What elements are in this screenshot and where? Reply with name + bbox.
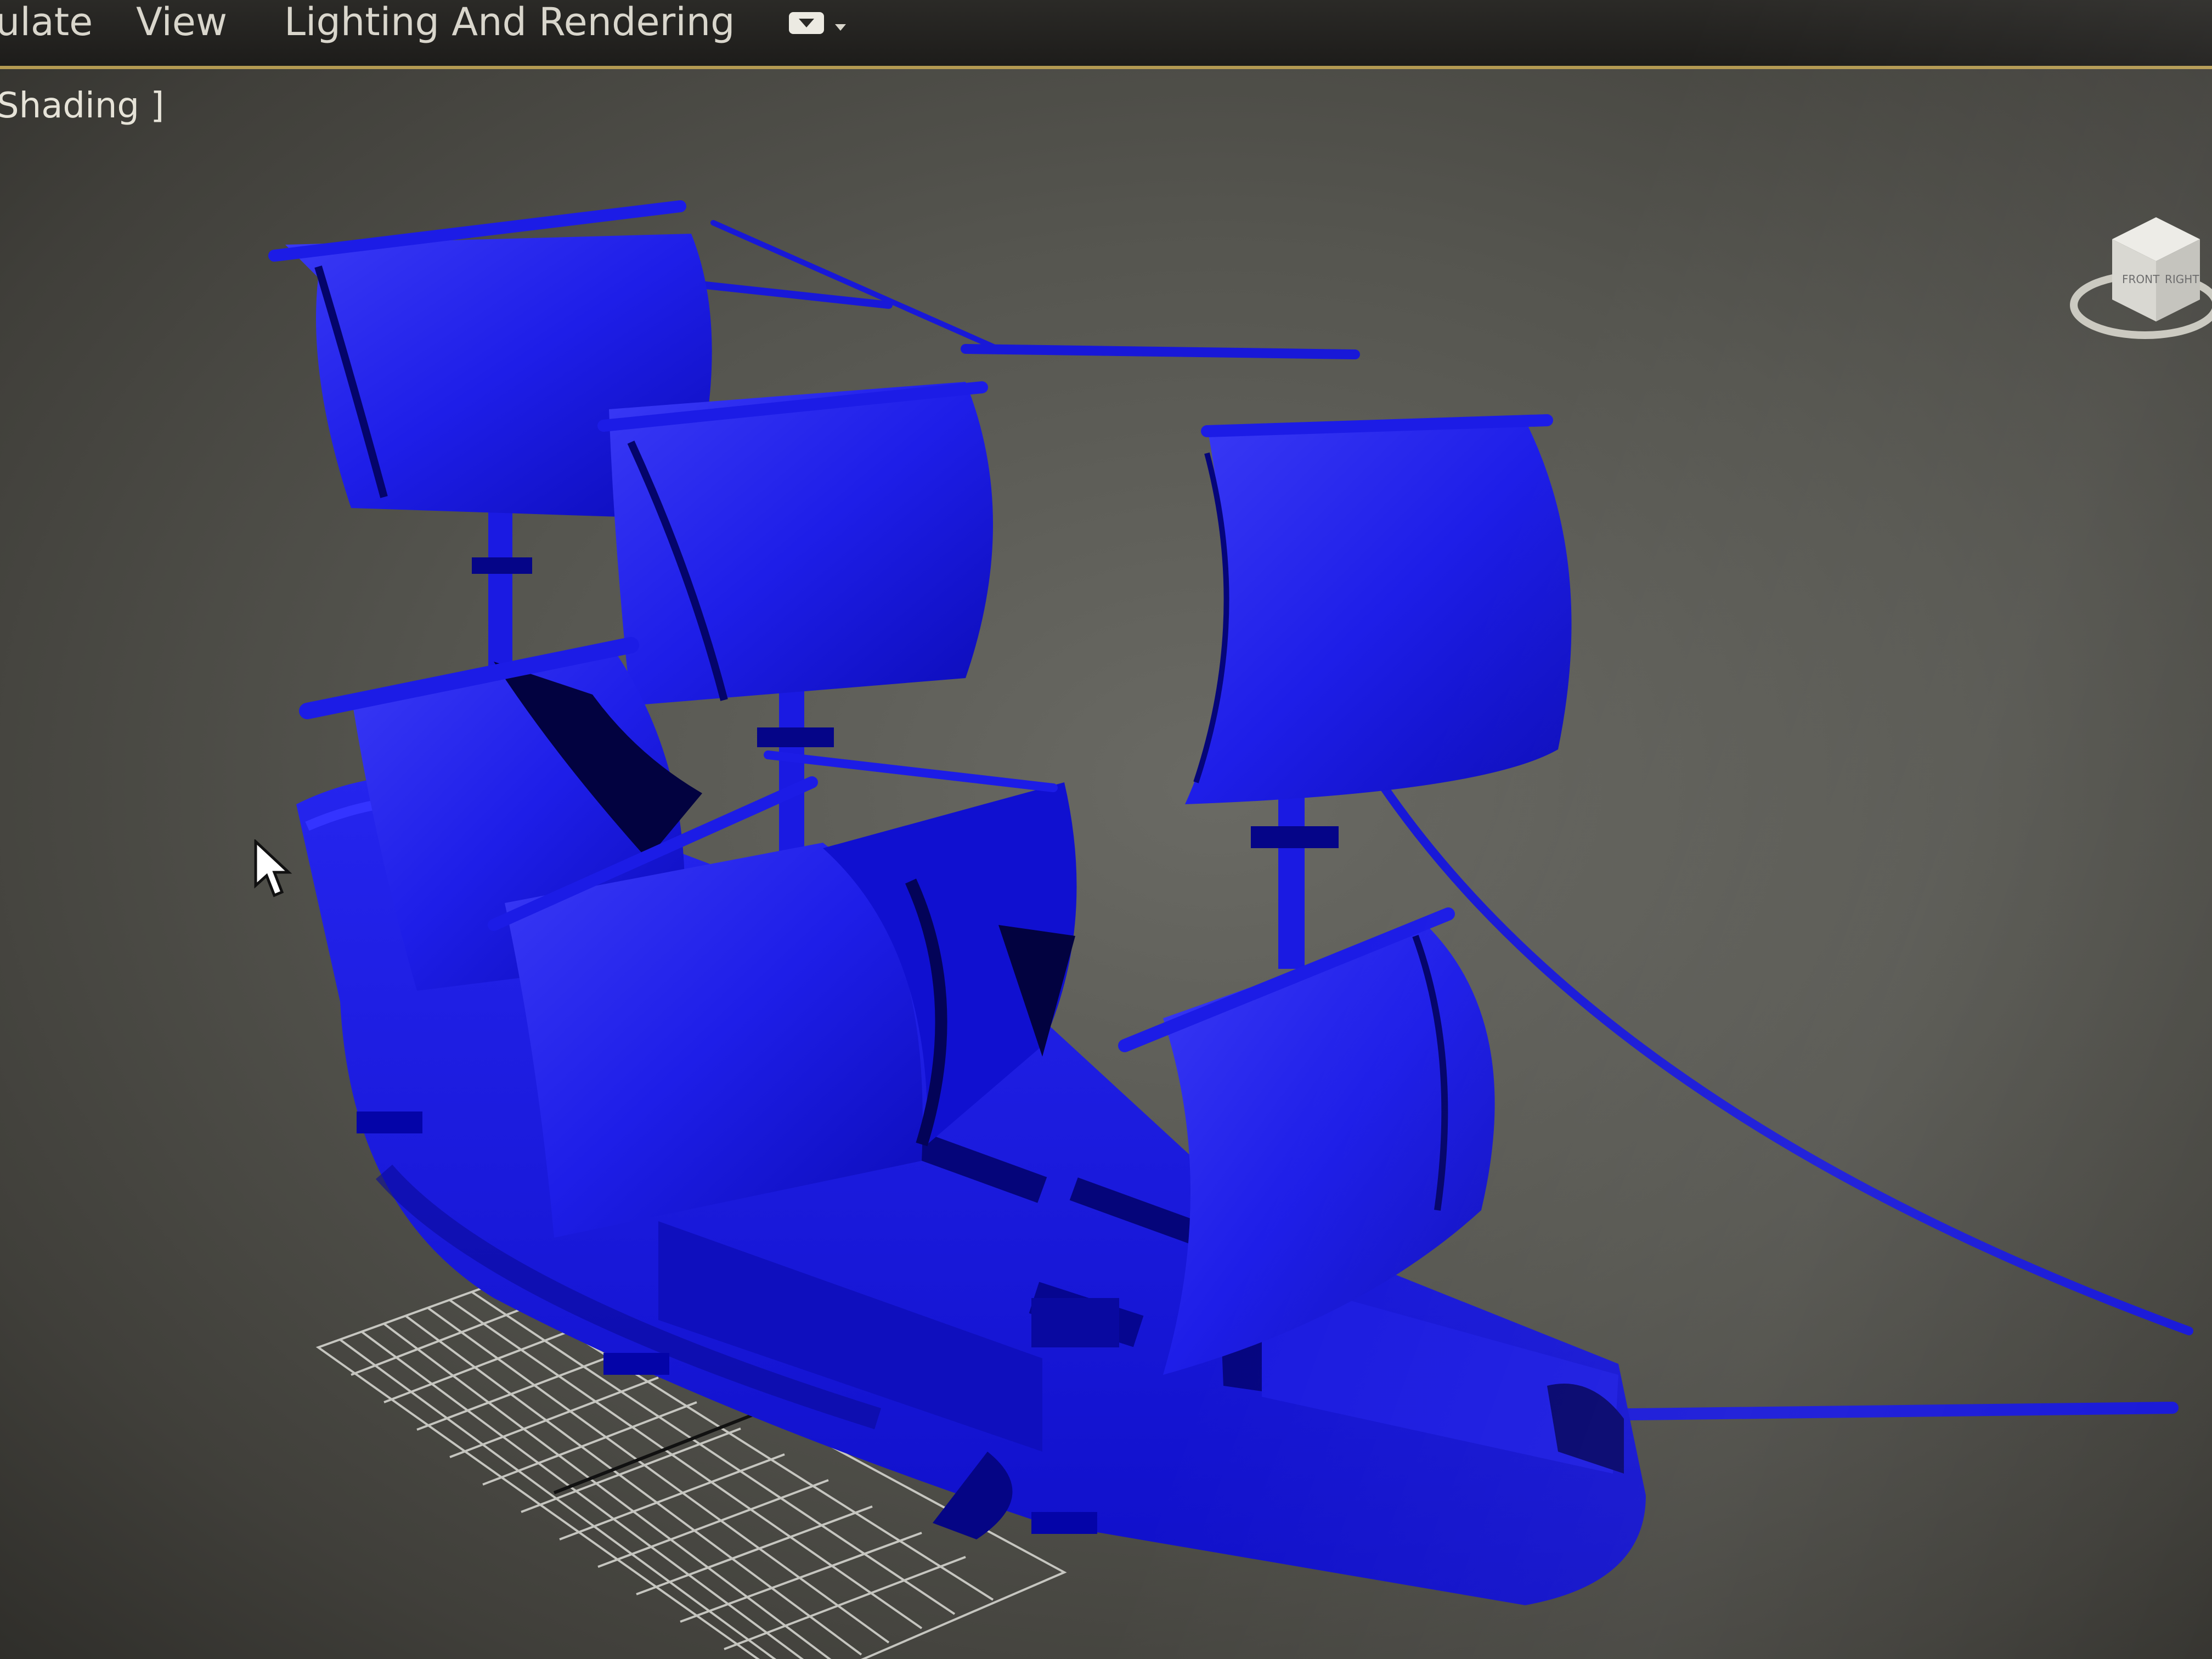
sail-main-top (609, 382, 993, 706)
arrow-cursor-icon (254, 839, 292, 898)
sail-fore-top (1185, 420, 1572, 804)
grid-axis-line (553, 1412, 758, 1494)
workspace-dropdown[interactable] (785, 5, 861, 44)
menu-item-lighting-and-rendering[interactable]: Lighting And Rendering (284, 0, 735, 44)
viewcube-right-label: RIGHT (2165, 273, 2199, 286)
app-window: ulate View Lighting And Rendering Shadin… (0, 0, 2212, 1659)
dropdown-icon (789, 12, 846, 34)
viewcube-icon[interactable]: FRONT RIGHT (2063, 195, 2212, 360)
ship-3d-model[interactable] (0, 69, 2212, 1659)
menu-item-simulate[interactable]: ulate (0, 0, 93, 44)
menu-item-view[interactable]: View (136, 0, 227, 44)
menu-bar: ulate View Lighting And Rendering (0, 0, 2212, 66)
viewport-perspective[interactable]: Shading ] FRONT RIGHT (0, 66, 2212, 1659)
viewcube-front-label: FRONT (2122, 273, 2160, 286)
